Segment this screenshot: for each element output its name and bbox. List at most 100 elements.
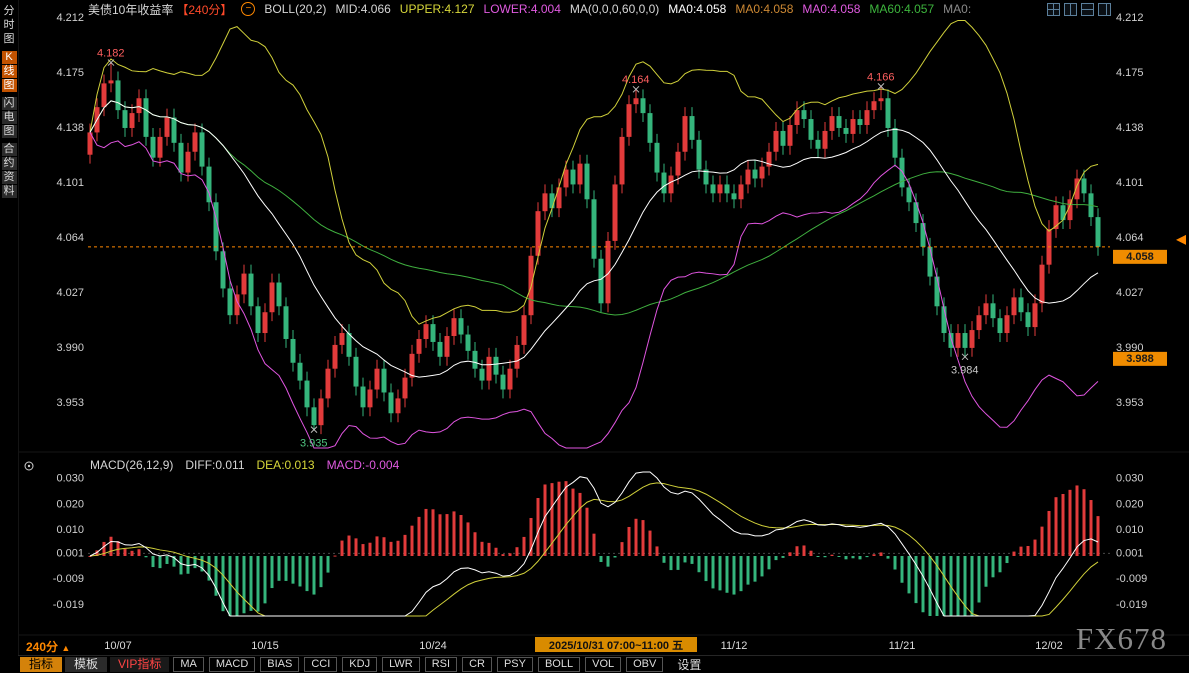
macd-target-icon[interactable] — [25, 462, 33, 470]
indicator-button-MACD[interactable]: MACD — [209, 657, 255, 672]
svg-text:4.027: 4.027 — [1116, 287, 1144, 299]
svg-text:-0.009: -0.009 — [1116, 573, 1147, 585]
chevron-up-icon: ▲ — [61, 643, 70, 653]
svg-text:0.010: 0.010 — [56, 524, 84, 536]
ma-value-4: MA0: — [943, 2, 971, 16]
svg-text:0.020: 0.020 — [56, 498, 84, 510]
settings-button[interactable]: 设置 — [667, 656, 711, 673]
svg-text:4.138: 4.138 — [56, 122, 84, 134]
candlestick-series — [88, 63, 1101, 435]
svg-text:3.990: 3.990 — [1116, 342, 1144, 354]
left-tab-rail: 分时图K线图闪电图合约资料 — [0, 0, 19, 655]
svg-text:0.010: 0.010 — [1116, 524, 1144, 536]
toolbar-tab-VIP指标[interactable]: VIP指标 — [110, 657, 169, 672]
macd-macd-value: MACD:-0.004 — [327, 458, 400, 472]
svg-text:4.212: 4.212 — [1116, 12, 1144, 24]
svg-text:4.182: 4.182 — [97, 47, 125, 59]
svg-text:10/07: 10/07 — [104, 640, 132, 652]
instrument-title: 美债10年收益率 — [88, 1, 173, 18]
layout-horizontal-split-icon[interactable] — [1081, 3, 1094, 16]
selected-bar-date-badge: 2025/10/31 07:00~11:00 五 — [535, 637, 697, 652]
svg-text:4.138: 4.138 — [1116, 122, 1144, 134]
macd-pane: 0.030 0.030 0.020 0.020 0.010 0.010 0.001 0.001… — [53, 472, 1147, 616]
ma-value-2: MA0:4.058 — [802, 2, 860, 16]
indicator-button-LWR[interactable]: LWR — [382, 657, 420, 672]
ma-value-3: MA60:4.057 — [869, 2, 934, 16]
svg-text:3.953: 3.953 — [1116, 397, 1144, 409]
sidebar-tab-char: 资 — [2, 171, 17, 184]
sidebar-tab-char: 合 — [2, 143, 17, 156]
svg-text:0.030: 0.030 — [1116, 473, 1144, 485]
sidebar-tab-char: K — [2, 51, 17, 64]
toolbar-tab-指标[interactable]: 指标 — [20, 657, 62, 672]
svg-text:3.984: 3.984 — [951, 365, 979, 377]
sidebar-tab-3[interactable]: 合约资料 — [1, 143, 17, 198]
svg-text:4.101: 4.101 — [56, 177, 84, 189]
ma-values: MA0:4.058 MA0:4.058 MA0:4.058 MA60:4.057 MA0… — [668, 2, 980, 16]
svg-text:4.101: 4.101 — [1116, 177, 1144, 189]
layout-grid-icon[interactable] — [1047, 3, 1060, 16]
sidebar-tab-0[interactable]: 分时图 — [1, 5, 17, 46]
macd-header: MACD(26,12,9) DIFF:0.011 DEA:0.013 MACD:… — [90, 458, 399, 472]
chart-canvas[interactable]: 4.0583.9884.2124.2124.1754.1754.1384.138… — [0, 0, 1189, 673]
svg-text:0.001: 0.001 — [56, 547, 84, 559]
svg-text:3.990: 3.990 — [56, 342, 84, 354]
indicator-button-OBV[interactable]: OBV — [626, 657, 663, 672]
macd-name: MACD(26,12,9) — [90, 458, 173, 472]
svg-text:4.175: 4.175 — [56, 67, 84, 79]
boll-mid-value: MID:4.066 — [335, 2, 390, 16]
watermark: FX678 — [1076, 621, 1167, 657]
sidebar-tab-char: 分 — [2, 5, 17, 18]
svg-text:10/24: 10/24 — [419, 640, 447, 652]
svg-text:4.175: 4.175 — [1116, 67, 1144, 79]
sidebar-tab-char: 电 — [2, 111, 17, 124]
sidebar-tab-char: 图 — [2, 125, 17, 138]
indicator-button-BIAS[interactable]: BIAS — [260, 657, 299, 672]
svg-text:3.953: 3.953 — [56, 397, 84, 409]
indicator-button-VOL[interactable]: VOL — [585, 657, 621, 672]
svg-text:0.030: 0.030 — [56, 473, 84, 485]
sidebar-tab-char: 约 — [2, 157, 17, 170]
indicator-button-PSY[interactable]: PSY — [497, 657, 533, 672]
zoom-out-icon[interactable]: − — [241, 2, 255, 16]
svg-text:2025/10/31 07:00~11:00 五: 2025/10/31 07:00~11:00 五 — [549, 639, 683, 652]
macd-diff-value: DIFF:0.011 — [185, 458, 244, 472]
indicator-button-BOLL[interactable]: BOLL — [538, 657, 580, 672]
indicator-button-MA[interactable]: MA — [173, 657, 204, 672]
svg-text:-0.009: -0.009 — [53, 573, 84, 585]
sidebar-tab-char: 线 — [2, 65, 17, 78]
sidebar-tab-char: 图 — [2, 79, 17, 92]
sidebar-tab-char: 图 — [2, 33, 17, 46]
svg-text:-0.019: -0.019 — [1116, 599, 1147, 611]
svg-text:-0.019: -0.019 — [53, 599, 84, 611]
sidebar-tab-1[interactable]: K线图 — [1, 51, 17, 92]
svg-text:0.001: 0.001 — [1116, 547, 1144, 559]
svg-text:11/21: 11/21 — [889, 640, 916, 652]
period-selector-label: 240分 — [26, 640, 58, 654]
layout-sidebar-icon[interactable] — [1098, 3, 1111, 16]
svg-text:4.064: 4.064 — [1116, 232, 1144, 244]
ma-label: MA(0,0,0,60,0,0) — [570, 2, 659, 16]
svg-text:0.020: 0.020 — [1116, 498, 1144, 510]
ma-value-0: MA0:4.058 — [668, 2, 726, 16]
layout-controls — [1047, 3, 1111, 16]
boll-label: BOLL(20,2) — [264, 2, 326, 16]
svg-text:3.988: 3.988 — [1126, 353, 1154, 365]
indicator-button-RSI[interactable]: RSI — [425, 657, 457, 672]
svg-text:4.064: 4.064 — [56, 232, 84, 244]
period-badge: 【240分】 — [176, 1, 232, 18]
price-axis-labels: 4.212 4.212 4.175 4.175 4.138 4.138 4.101 4.101… — [56, 12, 1143, 409]
layout-vertical-split-icon[interactable] — [1064, 3, 1077, 16]
toolbar-tab-模板[interactable]: 模板 — [65, 657, 107, 672]
top-indicator-bar: 美债10年收益率 【240分】 − BOLL(20,2) MID:4.066 U… — [88, 0, 1069, 18]
indicator-button-KDJ[interactable]: KDJ — [342, 657, 377, 672]
indicator-button-CR[interactable]: CR — [462, 657, 492, 672]
boll-lower-value: LOWER:4.004 — [484, 2, 561, 16]
sidebar-tab-2[interactable]: 闪电图 — [1, 97, 17, 138]
macd-dea-value: DEA:0.013 — [257, 458, 315, 472]
indicator-button-CCI[interactable]: CCI — [304, 657, 337, 672]
svg-text:11/12: 11/12 — [721, 640, 748, 652]
svg-text:4.212: 4.212 — [56, 12, 84, 24]
period-selector[interactable]: 240分 ▲ — [26, 638, 70, 655]
ma-value-1: MA0:4.058 — [735, 2, 793, 16]
